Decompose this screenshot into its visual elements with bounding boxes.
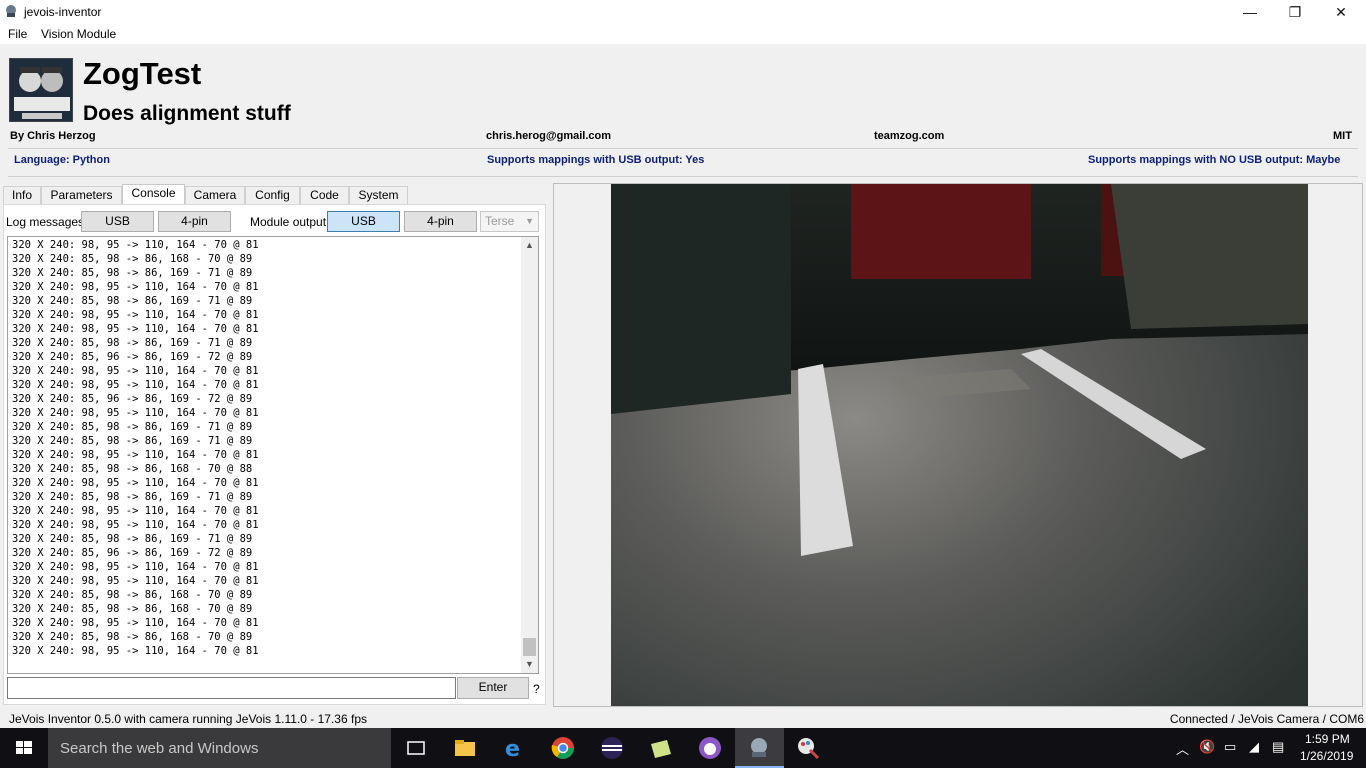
usb-support: Supports mappings with USB output: Yes bbox=[487, 154, 705, 166]
notifications-icon[interactable]: ▤ bbox=[1272, 739, 1284, 755]
clock-date[interactable]: 1/26/2019 bbox=[1300, 749, 1353, 763]
task-view-icon[interactable] bbox=[402, 734, 430, 762]
module-4pin-button[interactable]: 4-pin bbox=[404, 211, 477, 232]
tray-chevron-icon[interactable]: ︿ bbox=[1176, 739, 1189, 758]
chrome-icon[interactable] bbox=[549, 734, 577, 762]
svg-text:e: e bbox=[505, 737, 520, 762]
module-name: ZogTest bbox=[83, 56, 202, 91]
scroll-up-icon[interactable]: ▲ bbox=[521, 237, 538, 254]
terse-select[interactable]: Terse ▼ bbox=[480, 211, 539, 232]
eclipse-icon[interactable] bbox=[598, 734, 626, 762]
tab-info[interactable]: Info bbox=[3, 186, 41, 205]
edge-icon[interactable]: e bbox=[500, 734, 528, 762]
menu-bar: File Vision Module bbox=[0, 24, 1366, 44]
volume-muted-icon[interactable]: 🔇 bbox=[1199, 739, 1215, 755]
camera-frame-image bbox=[611, 184, 1308, 706]
github-icon[interactable] bbox=[696, 734, 724, 762]
scroll-down-icon[interactable]: ▼ bbox=[521, 656, 538, 673]
tab-code[interactable]: Code bbox=[300, 186, 349, 205]
cyborgs-logo-icon bbox=[10, 59, 72, 121]
menu-file[interactable]: File bbox=[8, 27, 27, 41]
terse-select-value: Terse bbox=[485, 214, 515, 228]
taskbar: Search the web and Windows e ︿ 🔇 ▭ ◢ ▤ 1… bbox=[0, 728, 1366, 768]
paint-icon[interactable] bbox=[794, 734, 822, 762]
tab-camera[interactable]: Camera bbox=[185, 186, 245, 205]
tab-config[interactable]: Config bbox=[245, 186, 300, 205]
enter-button[interactable]: Enter bbox=[457, 677, 529, 699]
window-title: jevois-inventor bbox=[24, 5, 102, 19]
module-license: MIT bbox=[1333, 130, 1352, 142]
status-right: Connected / JeVois Camera / COM6 bbox=[1169, 712, 1364, 726]
tab-console[interactable]: Console bbox=[122, 184, 185, 206]
taskbar-search[interactable]: Search the web and Windows bbox=[48, 728, 391, 768]
module-description: Does alignment stuff bbox=[83, 102, 291, 125]
tab-system[interactable]: System bbox=[349, 186, 408, 205]
header-divider-2 bbox=[8, 176, 1358, 177]
jevois-inventor-icon[interactable] bbox=[745, 734, 773, 762]
log-4pin-button[interactable]: 4-pin bbox=[158, 211, 231, 232]
console-log-text: 320 X 240: 98, 95 -> 110, 164 - 70 @ 81 … bbox=[12, 239, 259, 657]
wifi-icon[interactable]: ◢ bbox=[1249, 739, 1259, 755]
file-explorer-icon[interactable] bbox=[451, 734, 479, 762]
minimize-button[interactable]: — bbox=[1227, 0, 1273, 24]
status-left: JeVois Inventor 0.5.0 with camera runnin… bbox=[9, 712, 367, 726]
header-divider bbox=[8, 148, 1358, 149]
notes-icon[interactable] bbox=[647, 734, 675, 762]
close-button[interactable]: ✕ bbox=[1318, 0, 1364, 24]
console-scrollbar[interactable]: ▲ ▼ bbox=[521, 237, 538, 673]
battery-icon[interactable]: ▭ bbox=[1224, 739, 1236, 755]
restore-button[interactable]: ❐ bbox=[1272, 0, 1318, 24]
module-email[interactable]: chris.herog@gmail.com bbox=[486, 130, 611, 142]
camera-video bbox=[611, 184, 1308, 706]
module-language: Language: Python bbox=[14, 154, 110, 166]
tab-parameters[interactable]: Parameters bbox=[41, 186, 122, 205]
console-log[interactable]: 320 X 240: 98, 95 -> 110, 164 - 70 @ 81 … bbox=[7, 236, 539, 674]
search-placeholder: Search the web and Windows bbox=[60, 740, 259, 757]
module-header: ZogTest Does alignment stuff bbox=[0, 44, 1366, 130]
module-website[interactable]: teamzog.com bbox=[874, 130, 944, 142]
windows-start-icon[interactable] bbox=[10, 734, 38, 762]
clock-time[interactable]: 1:59 PM bbox=[1305, 732, 1350, 746]
log-messages-label: Log messages: bbox=[6, 215, 88, 229]
module-usb-button[interactable]: USB bbox=[327, 211, 400, 232]
chevron-down-icon: ▼ bbox=[525, 216, 534, 226]
jevois-app-icon bbox=[6, 5, 16, 17]
menu-vision-module[interactable]: Vision Module bbox=[41, 27, 116, 41]
status-bar: JeVois Inventor 0.5.0 with camera runnin… bbox=[0, 709, 1366, 728]
module-author: By Chris Herzog bbox=[10, 130, 96, 142]
module-output-label: Module output: bbox=[250, 215, 330, 229]
title-bar: jevois-inventor — ❐ ✕ bbox=[0, 0, 1366, 24]
help-button[interactable]: ? bbox=[533, 682, 540, 696]
log-usb-button[interactable]: USB bbox=[81, 211, 154, 232]
nousb-support: Supports mappings with NO USB output: Ma… bbox=[1088, 154, 1341, 166]
command-input[interactable] bbox=[7, 677, 456, 699]
module-logo bbox=[9, 58, 73, 122]
scroll-thumb[interactable] bbox=[523, 638, 536, 656]
